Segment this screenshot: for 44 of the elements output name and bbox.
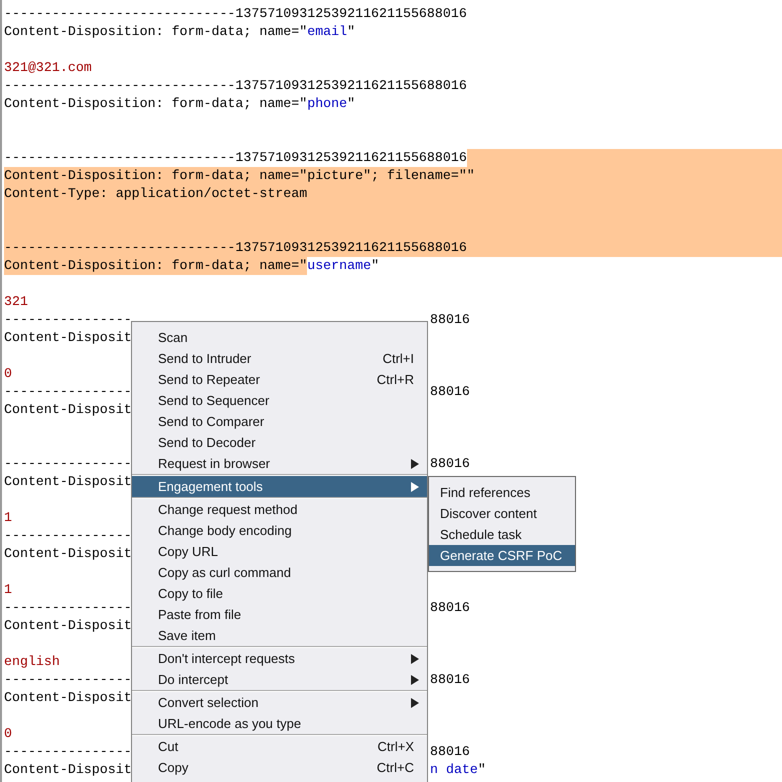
code-line-fragment: 88016 [430, 599, 470, 617]
shortcut-label: Ctrl+I [382, 350, 414, 368]
menu-item[interactable]: Copy as curl command [132, 562, 427, 583]
menu-item[interactable]: Save item [132, 625, 427, 646]
submenu-caret-icon [411, 482, 419, 492]
shortcut-label: Ctrl+X [378, 738, 414, 756]
submenu-caret-icon [411, 674, 419, 684]
menu-item[interactable]: Schedule task [429, 524, 575, 545]
menu-item[interactable]: Copy to file [132, 583, 427, 604]
menu-item[interactable]: Engagement tools [132, 476, 427, 497]
shortcut-label: Ctrl+C [376, 758, 414, 777]
menu-item[interactable]: Convert selection [132, 692, 427, 713]
menu-item[interactable]: Paste from file [132, 604, 427, 625]
menu-item[interactable]: Send to Sequencer [132, 390, 427, 411]
menu-item[interactable]: Discover content [429, 503, 575, 524]
code-line: Content-Disposition: form-data; name="username" [4, 257, 380, 275]
code-line-fragment: n date" [430, 761, 486, 779]
menu-item[interactable]: Don't intercept requests [132, 648, 427, 669]
code-line: Content-Disposition: form-data; name="phone" [4, 95, 356, 113]
code-line: Content-Disposition: form-data; name="email" [4, 23, 356, 41]
menu-item[interactable]: Request in browser [132, 453, 427, 474]
menu-item[interactable]: Send to Repeater Ctrl+R [132, 369, 427, 390]
code-line-fragment: 88016 [430, 311, 470, 329]
submenu-caret-icon [411, 458, 419, 468]
menu-item[interactable]: Send to Decoder [132, 432, 427, 453]
menu-item[interactable]: Send to Intruder Ctrl+I [132, 348, 427, 369]
menu-item[interactable]: Copy Ctrl+C [132, 757, 427, 778]
menu-item[interactable]: Generate CSRF PoC [429, 545, 575, 566]
menu-item[interactable]: Copy URL [132, 541, 427, 562]
menu-item[interactable]: Change request method [132, 499, 427, 520]
menu-item[interactable]: Change body encoding [132, 520, 427, 541]
menu-item[interactable]: Do intercept [132, 669, 427, 690]
menu-item[interactable]: Find references [429, 482, 575, 503]
menu-item[interactable]: URL-encode as you type [132, 713, 427, 734]
code-line-fragment: 88016 [430, 383, 470, 401]
submenu-caret-icon [411, 654, 419, 664]
menu-item[interactable]: Cut Ctrl+X [132, 736, 427, 757]
menu-item[interactable]: Send to Comparer [132, 411, 427, 432]
code-line-fragment: 88016 [430, 671, 470, 689]
code-line-fragment: 88016 [430, 455, 470, 473]
shortcut-label: Ctrl+R [376, 370, 414, 389]
code-line-fragment: 88016 [430, 743, 470, 761]
menu-item[interactable]: Scan [132, 327, 427, 348]
submenu-caret-icon [411, 698, 419, 708]
